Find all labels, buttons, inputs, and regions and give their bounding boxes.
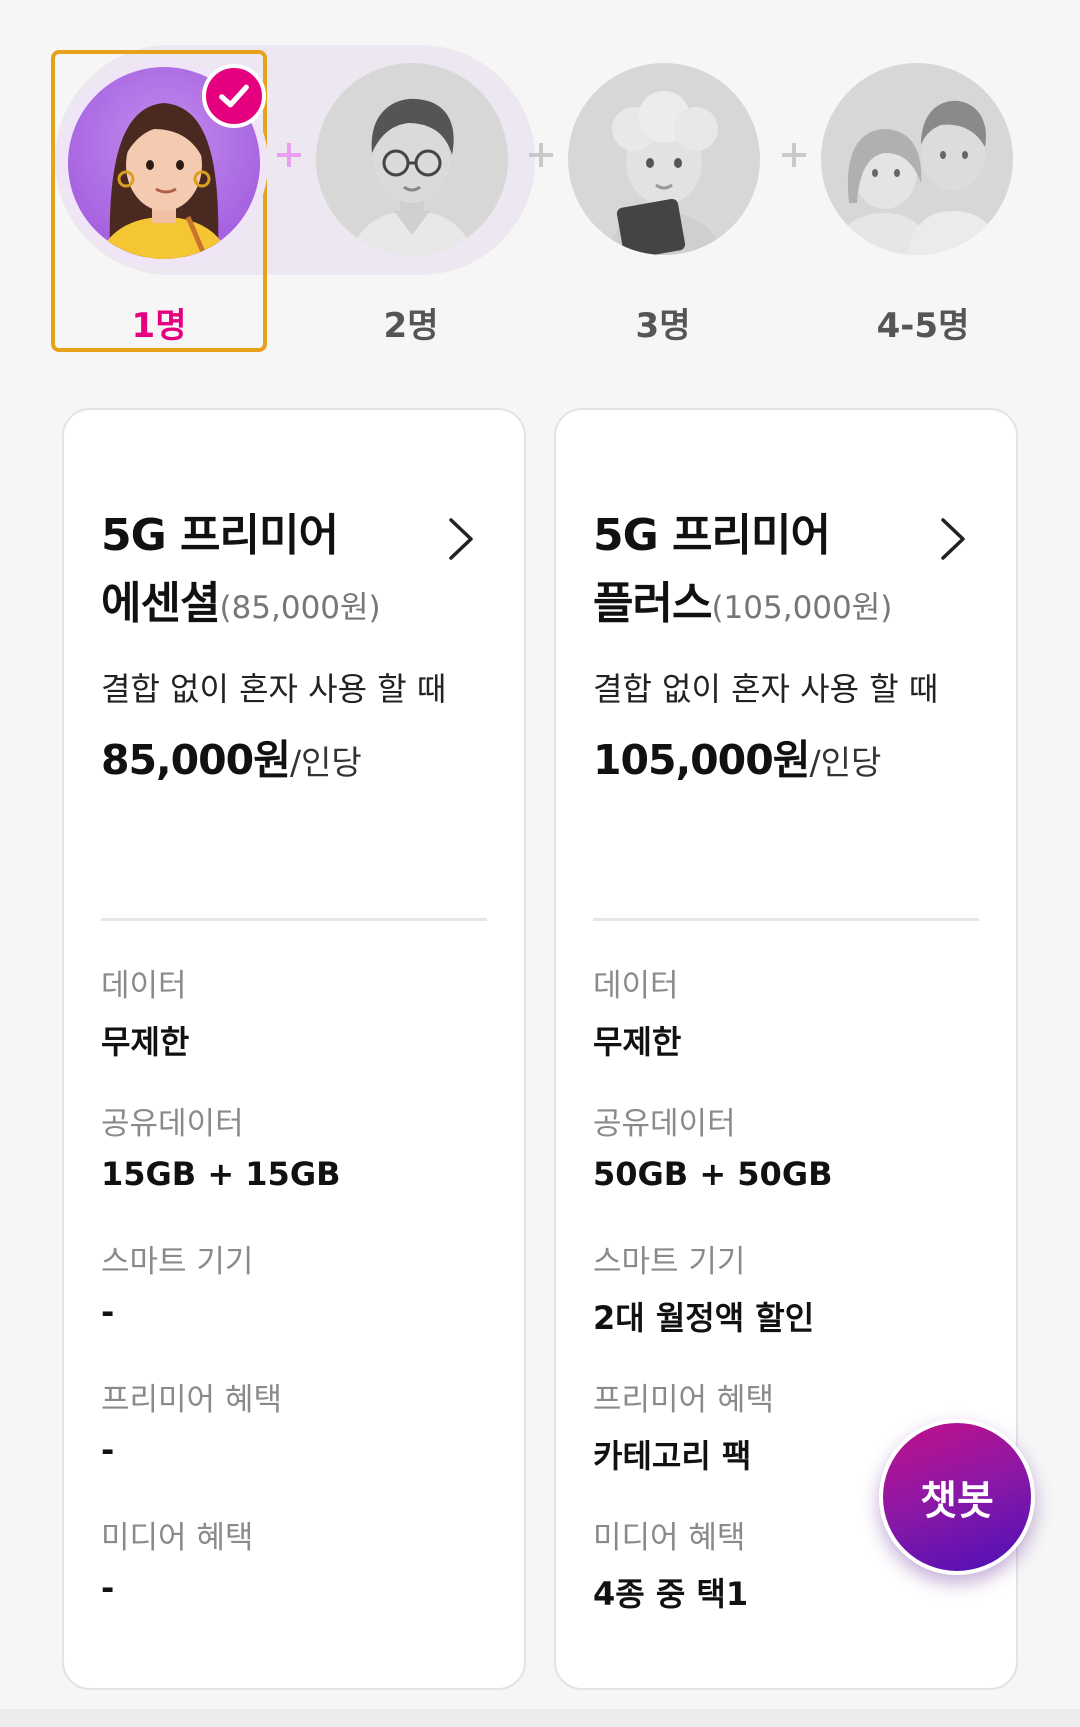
plan-name-line2: 에센셜 xyxy=(101,578,220,629)
feature-label: 미디어 혜택 xyxy=(593,1520,746,1556)
feature-shared-data: 공유데이터 50GB + 50GB xyxy=(593,1098,832,1193)
check-icon xyxy=(202,64,266,128)
feature-label: 데이터 xyxy=(101,968,187,1004)
plan-description: 결합 없이 혼자 사용 할 때 xyxy=(101,670,447,708)
avatar-two-person xyxy=(316,63,508,255)
feature-value: 15GB + 15GB xyxy=(101,1155,341,1193)
bottom-edge xyxy=(0,1709,1080,1727)
people-count-selector: 1명 2명 3명 4-5명 xyxy=(0,0,1080,370)
chatbot-label: 챗봇 xyxy=(920,1478,994,1524)
feature-media-benefit: 미디어 혜택 4종 중 택1 xyxy=(593,1512,748,1615)
plus-icon xyxy=(529,143,553,167)
feature-value: - xyxy=(101,1431,115,1469)
plan-name-line1: 5G 프리미어 xyxy=(593,510,831,561)
feature-premier-benefit: 프리미어 혜택 카테고리 팩 xyxy=(593,1374,774,1477)
avatar-three-person xyxy=(568,63,760,255)
people-option-label: 2명 xyxy=(383,306,439,346)
feature-value: 무제한 xyxy=(101,1023,190,1061)
plan-card-essential[interactable]: 5G 프리미어 에센셜(85,000원) 결합 없이 혼자 사용 할 때 85,… xyxy=(62,408,526,1690)
people-option-1[interactable]: 1명 xyxy=(51,50,267,352)
plan-price-unit: /인당 xyxy=(289,743,362,782)
feature-label: 스마트 기기 xyxy=(593,1244,746,1280)
divider xyxy=(593,918,979,921)
plan-price-paren: (85,000원) xyxy=(219,590,381,626)
feature-value: - xyxy=(101,1569,115,1607)
feature-value: 무제한 xyxy=(593,1023,682,1061)
plan-title: 5G 프리미어 에센셜(85,000원) xyxy=(101,502,441,642)
plan-price-paren: (105,000원) xyxy=(711,590,893,626)
plan-price: 105,000원/인당 xyxy=(593,726,881,786)
divider xyxy=(101,918,487,921)
feature-label: 공유데이터 xyxy=(593,1106,736,1142)
chevron-right-icon[interactable] xyxy=(937,516,969,562)
chatbot-button[interactable]: 챗봇 xyxy=(879,1419,1035,1575)
feature-smart-device: 스마트 기기 - xyxy=(101,1236,253,1331)
avatar-family xyxy=(821,63,1013,255)
people-option-4-5[interactable]: 4-5명 xyxy=(808,50,1038,352)
plus-icon xyxy=(277,143,301,167)
feature-label: 프리미어 혜택 xyxy=(101,1382,282,1418)
feature-label: 공유데이터 xyxy=(101,1106,244,1142)
feature-value: 2대 월정액 할인 xyxy=(593,1299,815,1337)
plan-name-line1: 5G 프리미어 xyxy=(101,510,339,561)
plan-price: 85,000원/인당 xyxy=(101,726,362,786)
plan-name-line2: 플러스 xyxy=(593,578,712,629)
plan-description: 결합 없이 혼자 사용 할 때 xyxy=(593,670,939,708)
feature-value: 50GB + 50GB xyxy=(593,1155,833,1193)
feature-label: 데이터 xyxy=(593,968,679,1004)
people-option-label: 4-5명 xyxy=(876,306,970,346)
feature-premier-benefit: 프리미어 혜택 - xyxy=(101,1374,282,1469)
plan-price-value: 85,000원 xyxy=(101,736,291,784)
chevron-right-icon[interactable] xyxy=(445,516,477,562)
plan-price-value: 105,000원 xyxy=(593,736,810,784)
feature-smart-device: 스마트 기기 2대 월정액 할인 xyxy=(593,1236,814,1339)
plan-title: 5G 프리미어 플러스(105,000원) xyxy=(593,502,933,642)
feature-value: 카테고리 팩 xyxy=(593,1437,752,1475)
plan-price-unit: /인당 xyxy=(809,743,882,782)
feature-data: 데이터 무제한 xyxy=(593,960,681,1063)
feature-media-benefit: 미디어 혜택 - xyxy=(101,1512,253,1607)
people-option-label: 1명 xyxy=(131,306,187,346)
feature-data: 데이터 무제한 xyxy=(101,960,189,1063)
people-option-2[interactable]: 2명 xyxy=(303,50,519,352)
feature-value: - xyxy=(101,1293,115,1331)
feature-label: 프리미어 혜택 xyxy=(593,1382,774,1418)
feature-shared-data: 공유데이터 15GB + 15GB xyxy=(101,1098,340,1193)
feature-label: 스마트 기기 xyxy=(101,1244,254,1280)
plus-icon xyxy=(782,143,806,167)
feature-value: 4종 중 택1 xyxy=(593,1575,749,1613)
feature-label: 미디어 혜택 xyxy=(101,1520,254,1556)
people-option-label: 3명 xyxy=(635,306,691,346)
people-option-3[interactable]: 3명 xyxy=(555,50,771,352)
